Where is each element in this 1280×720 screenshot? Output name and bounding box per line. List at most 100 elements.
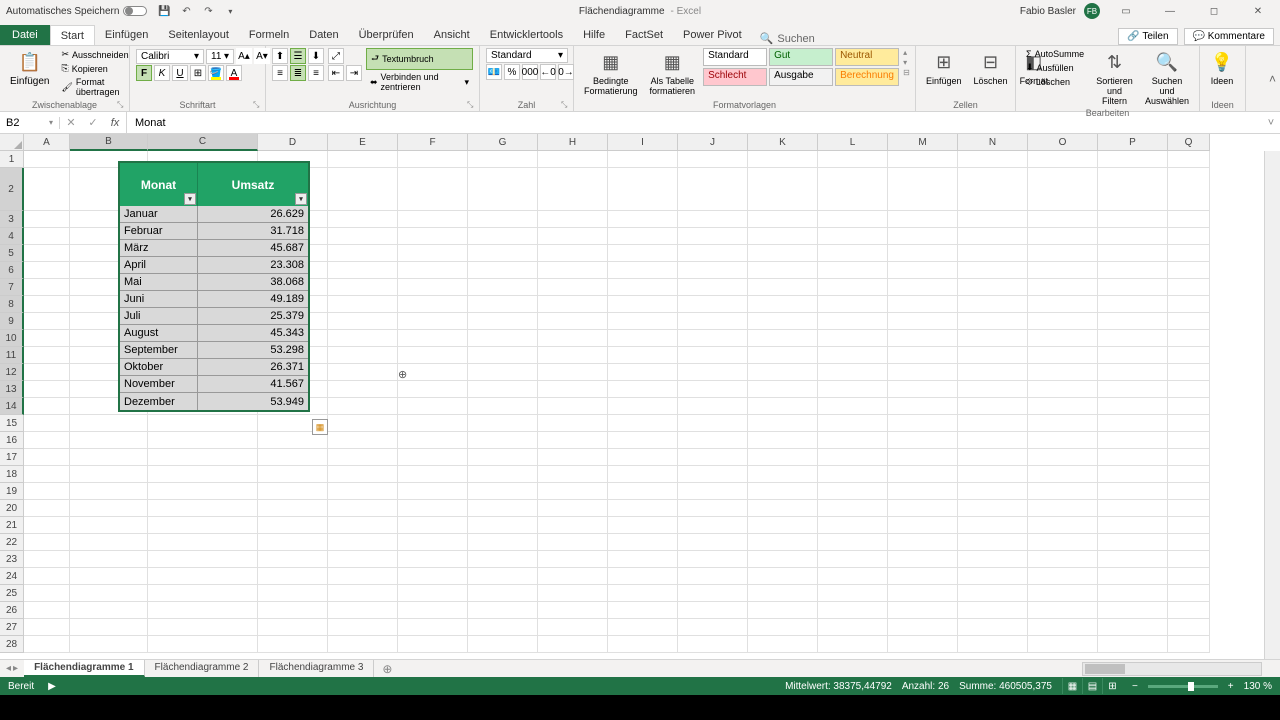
increase-font-icon[interactable]: A▴ bbox=[236, 48, 252, 64]
cell[interactable] bbox=[70, 483, 148, 500]
cell[interactable] bbox=[398, 211, 468, 228]
cell[interactable] bbox=[1098, 449, 1168, 466]
cell[interactable] bbox=[1028, 636, 1098, 653]
cell[interactable] bbox=[468, 151, 538, 168]
maximize-icon[interactable]: ◻ bbox=[1196, 0, 1232, 22]
font-color-button[interactable]: A bbox=[226, 65, 242, 81]
cell[interactable] bbox=[678, 432, 748, 449]
tab-hilfe[interactable]: Hilfe bbox=[573, 25, 615, 45]
cell[interactable] bbox=[148, 602, 258, 619]
cell[interactable] bbox=[1098, 347, 1168, 364]
cell[interactable] bbox=[1168, 168, 1210, 211]
cell[interactable] bbox=[328, 483, 398, 500]
cell[interactable] bbox=[24, 517, 70, 534]
cell[interactable] bbox=[398, 381, 468, 398]
cell[interactable] bbox=[70, 551, 148, 568]
column-header[interactable]: N bbox=[958, 134, 1028, 151]
cell[interactable] bbox=[1028, 415, 1098, 432]
cancel-formula-icon[interactable]: ✕ bbox=[60, 112, 82, 134]
row-header[interactable]: 25 bbox=[0, 585, 24, 602]
cell[interactable] bbox=[818, 500, 888, 517]
sheet-nav-prev-icon[interactable]: ◂ bbox=[6, 663, 11, 674]
cell[interactable] bbox=[748, 585, 818, 602]
cell[interactable] bbox=[538, 483, 608, 500]
cell[interactable] bbox=[398, 296, 468, 313]
cell[interactable] bbox=[398, 168, 468, 211]
row-header[interactable]: 18 bbox=[0, 466, 24, 483]
tab-überprüfen[interactable]: Überprüfen bbox=[349, 25, 424, 45]
cell[interactable] bbox=[468, 432, 538, 449]
cell[interactable] bbox=[1098, 500, 1168, 517]
cell[interactable] bbox=[1028, 296, 1098, 313]
zoom-slider[interactable] bbox=[1148, 685, 1218, 688]
spreadsheet-grid[interactable]: ABCDEFGHIJKLMNOPQ 1234567891011121314151… bbox=[0, 134, 1280, 659]
cell[interactable] bbox=[958, 551, 1028, 568]
cell[interactable] bbox=[1168, 330, 1210, 347]
cell[interactable] bbox=[148, 636, 258, 653]
cell[interactable] bbox=[888, 483, 958, 500]
cell[interactable] bbox=[24, 211, 70, 228]
name-box[interactable]: B2▾ bbox=[0, 117, 60, 129]
cell[interactable] bbox=[1028, 602, 1098, 619]
cell[interactable] bbox=[1028, 619, 1098, 636]
table-cell[interactable]: 45.687 bbox=[198, 240, 308, 257]
cell[interactable] bbox=[678, 296, 748, 313]
cell[interactable] bbox=[70, 449, 148, 466]
column-header[interactable]: E bbox=[328, 134, 398, 151]
cell[interactable] bbox=[398, 585, 468, 602]
increase-indent-icon[interactable]: ⇥ bbox=[346, 65, 362, 81]
table-header[interactable]: Umsatz▾ bbox=[198, 163, 308, 206]
cell[interactable] bbox=[468, 398, 538, 415]
cell[interactable] bbox=[24, 262, 70, 279]
cell[interactable] bbox=[398, 517, 468, 534]
cell[interactable] bbox=[1098, 228, 1168, 245]
table-cell[interactable]: Februar bbox=[120, 223, 198, 240]
cell[interactable] bbox=[328, 296, 398, 313]
conditional-format-button[interactable]: ▦Bedingte Formatierung bbox=[580, 48, 642, 98]
cell[interactable] bbox=[958, 313, 1028, 330]
cell[interactable] bbox=[1168, 449, 1210, 466]
cell[interactable] bbox=[468, 228, 538, 245]
cell[interactable] bbox=[748, 364, 818, 381]
cell[interactable] bbox=[818, 330, 888, 347]
cell[interactable] bbox=[608, 568, 678, 585]
cell[interactable] bbox=[678, 551, 748, 568]
cell[interactable] bbox=[538, 432, 608, 449]
cell[interactable] bbox=[398, 313, 468, 330]
cell[interactable] bbox=[24, 245, 70, 262]
cell[interactable] bbox=[888, 449, 958, 466]
styles-up-icon[interactable]: ▴ bbox=[903, 48, 910, 57]
cell[interactable] bbox=[818, 211, 888, 228]
cell[interactable] bbox=[398, 364, 468, 381]
cell[interactable] bbox=[538, 347, 608, 364]
cell[interactable] bbox=[958, 534, 1028, 551]
cell[interactable] bbox=[1168, 245, 1210, 262]
cell[interactable] bbox=[468, 347, 538, 364]
cell[interactable] bbox=[678, 168, 748, 211]
cell[interactable] bbox=[398, 619, 468, 636]
column-header[interactable]: D bbox=[258, 134, 328, 151]
cell[interactable] bbox=[748, 151, 818, 168]
cell[interactable] bbox=[608, 330, 678, 347]
cell[interactable] bbox=[748, 381, 818, 398]
table-cell[interactable]: Mai bbox=[120, 274, 198, 291]
tab-entwicklertools[interactable]: Entwicklertools bbox=[480, 25, 573, 45]
cell[interactable] bbox=[678, 228, 748, 245]
cell[interactable] bbox=[148, 585, 258, 602]
cell[interactable] bbox=[258, 449, 328, 466]
cell[interactable] bbox=[818, 534, 888, 551]
cell[interactable] bbox=[70, 432, 148, 449]
cell[interactable] bbox=[888, 415, 958, 432]
fill-color-button[interactable]: 🪣 bbox=[208, 65, 224, 81]
align-middle-icon[interactable]: ☰ bbox=[290, 48, 306, 64]
tab-factset[interactable]: FactSet bbox=[615, 25, 673, 45]
cell[interactable] bbox=[1028, 517, 1098, 534]
cell[interactable] bbox=[608, 245, 678, 262]
cell[interactable] bbox=[888, 619, 958, 636]
cell[interactable] bbox=[888, 330, 958, 347]
sheet-tab[interactable]: Flächendiagramme 2 bbox=[145, 660, 260, 677]
close-icon[interactable]: ✕ bbox=[1240, 0, 1276, 22]
cell[interactable] bbox=[258, 534, 328, 551]
cell[interactable] bbox=[468, 296, 538, 313]
cell[interactable] bbox=[538, 211, 608, 228]
